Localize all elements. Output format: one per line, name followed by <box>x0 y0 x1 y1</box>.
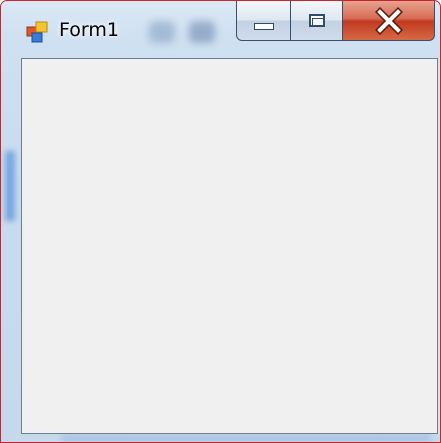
close-button[interactable] <box>343 1 435 41</box>
minimize-button[interactable] <box>236 1 291 41</box>
form1-window: Form1 <box>0 0 441 443</box>
minimize-icon <box>253 23 274 30</box>
caption-buttons <box>236 1 435 42</box>
maximize-button[interactable] <box>291 1 343 41</box>
title-bar[interactable]: Form1 <box>1 1 440 57</box>
form-client-area[interactable] <box>21 58 438 434</box>
maximize-icon <box>308 14 325 27</box>
window-title: Form1 <box>59 19 119 41</box>
winforms-app-icon <box>26 21 48 43</box>
close-icon <box>374 6 403 35</box>
